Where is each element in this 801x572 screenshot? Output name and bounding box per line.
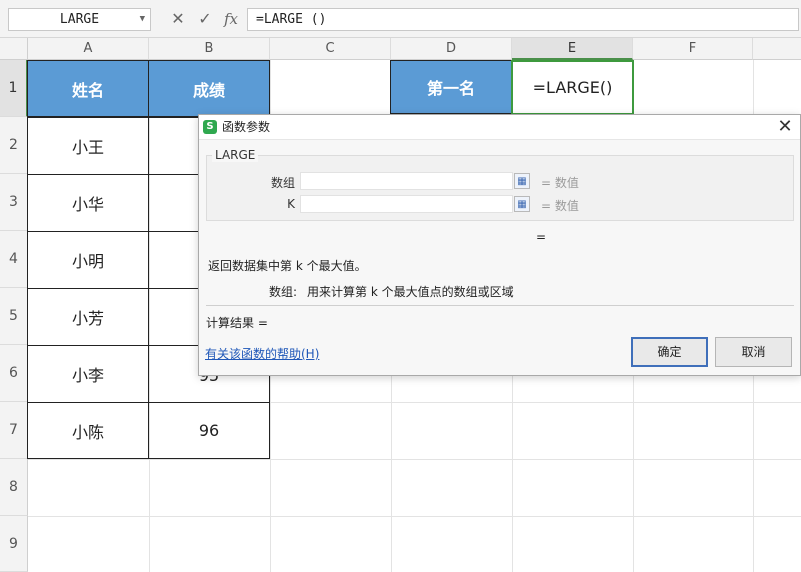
formula-input[interactable]: =LARGE () — [247, 8, 799, 31]
header-cell-score[interactable]: 成绩 — [148, 60, 270, 117]
column-header-b[interactable]: B — [149, 38, 270, 60]
enter-formula-icon[interactable]: ✓ — [194, 8, 216, 30]
name-cell[interactable]: 小李 — [27, 345, 149, 403]
function-arguments-dialog: S 函数参数 ✕ LARGE 数组 ▦ = 数值 K ▦ = 数值 = 返回数据… — [198, 114, 801, 376]
arg-value-k: = 数值 — [541, 199, 579, 213]
dialog-title: 函数参数 — [222, 120, 271, 134]
row-header-3[interactable]: 3 — [0, 174, 28, 231]
close-icon[interactable]: ✕ — [773, 116, 797, 138]
name-cell[interactable]: 小王 — [27, 117, 149, 175]
cancel-button[interactable]: 取消 — [715, 337, 792, 367]
cancel-formula-icon[interactable]: ✕ — [167, 8, 189, 30]
row-header-4[interactable]: 4 — [0, 231, 28, 288]
header-cell-name[interactable]: 姓名 — [27, 60, 149, 117]
range-select-icon[interactable]: ▦ — [514, 196, 530, 212]
formula-result-eq: = — [536, 230, 547, 244]
arg-label-array: 数组 — [270, 176, 295, 190]
column-header-a[interactable]: A — [28, 38, 149, 60]
score-cell[interactable]: 96 — [148, 402, 270, 459]
gridline — [28, 459, 801, 460]
arg-description-label: 数组: — [269, 285, 298, 299]
name-box-value: LARGE — [59, 12, 100, 27]
rank-label-cell[interactable]: 第一名 — [390, 60, 512, 114]
function-help-link[interactable]: 有关该函数的帮助(H) — [205, 345, 319, 362]
divider — [206, 305, 794, 306]
name-cell[interactable]: 小华 — [27, 174, 149, 232]
dialog-title-bar: S 函数参数 ✕ — [199, 115, 800, 140]
range-select-icon[interactable]: ▦ — [514, 173, 530, 189]
name-cell[interactable]: 小明 — [27, 231, 149, 289]
row-header-9[interactable]: 9 — [0, 516, 28, 572]
row-header-6[interactable]: 6 — [0, 345, 28, 402]
app-logo-icon: S — [203, 120, 217, 134]
array-input[interactable] — [300, 172, 513, 190]
active-cell-e1[interactable]: =LARGE() — [511, 60, 634, 115]
row-header-8[interactable]: 8 — [0, 459, 28, 516]
row-header-2[interactable]: 2 — [0, 117, 28, 174]
row-header-7[interactable]: 7 — [0, 402, 28, 459]
column-header-f[interactable]: F — [633, 38, 753, 60]
column-header-g[interactable] — [753, 38, 801, 60]
fx-icon[interactable]: fx — [220, 8, 242, 30]
function-name-label: LARGE — [212, 148, 259, 162]
ok-button[interactable]: 确定 — [631, 337, 708, 367]
calc-result-label: 计算结果 = — [206, 316, 268, 330]
column-header-c[interactable]: C — [270, 38, 391, 60]
arg-label-k: K — [287, 197, 295, 211]
row-header-5[interactable]: 5 — [0, 288, 28, 345]
arg-description-text: 用来计算第 k 个最大值点的数组或区域 — [307, 285, 514, 299]
function-description: 返回数据集中第 k 个最大值。 — [208, 259, 367, 273]
arg-value-array: = 数值 — [541, 176, 579, 190]
k-input[interactable] — [300, 195, 513, 213]
select-all-corner[interactable] — [0, 38, 28, 60]
name-box[interactable]: LARGE ▼ — [8, 8, 151, 31]
column-header-d[interactable]: D — [391, 38, 512, 60]
row-header-1[interactable]: 1 — [0, 60, 28, 117]
gridline — [28, 516, 801, 517]
name-cell[interactable]: 小芳 — [27, 288, 149, 346]
column-header-e[interactable]: E — [512, 38, 633, 60]
chevron-down-icon[interactable]: ▼ — [140, 9, 145, 30]
name-cell[interactable]: 小陈 — [27, 402, 149, 459]
